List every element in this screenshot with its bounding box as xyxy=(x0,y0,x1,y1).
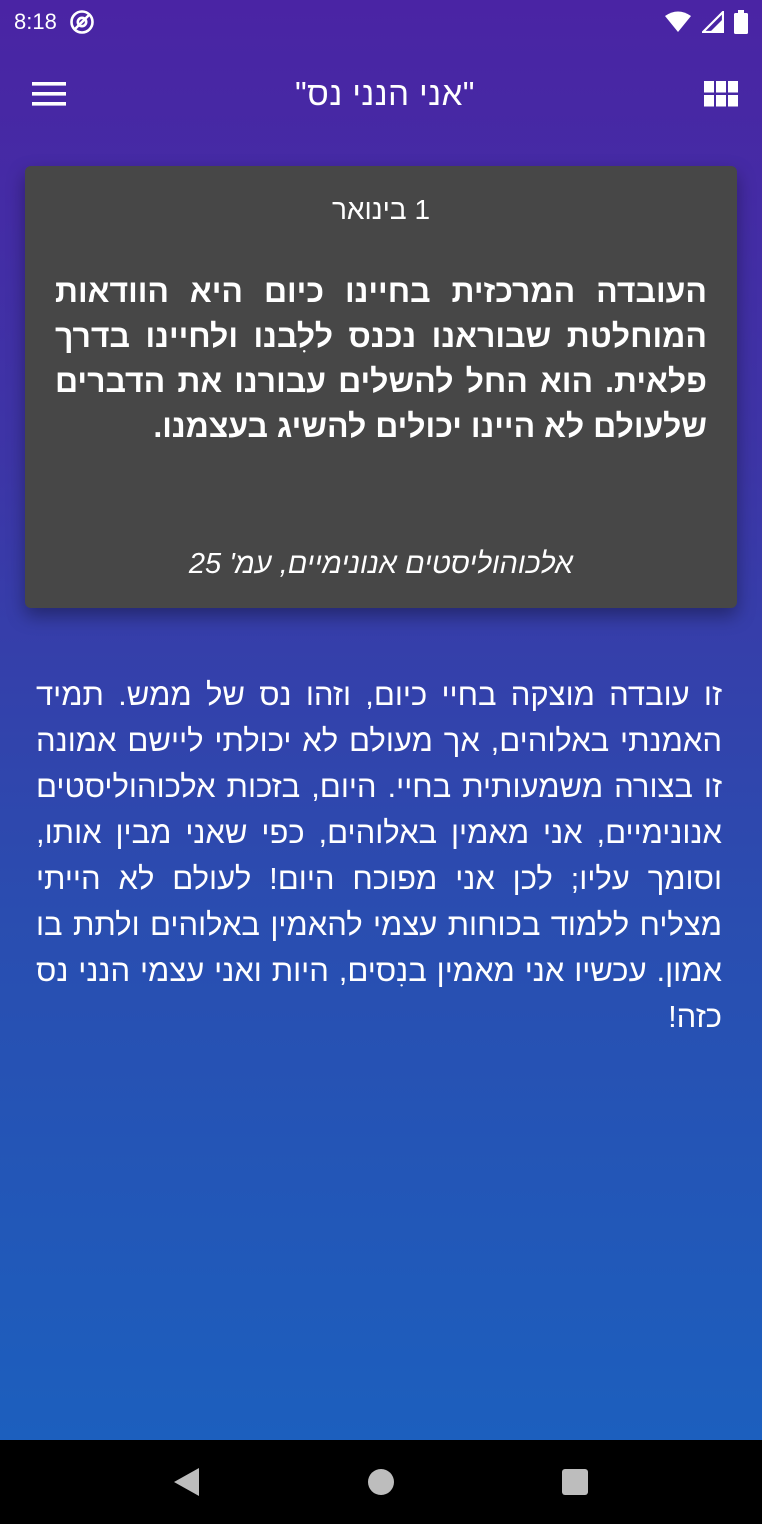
status-bar: 8:18 xyxy=(0,0,762,44)
status-time: 8:18 xyxy=(14,9,57,34)
quote-text: העובדה המרכזית בחיינו כיום היא הוודאות ה… xyxy=(55,273,707,444)
battery-icon xyxy=(734,10,748,34)
recents-square-icon[interactable] xyxy=(545,1452,605,1512)
back-triangle-icon[interactable] xyxy=(157,1452,217,1512)
page-title: "אני הנני נס" xyxy=(294,75,476,112)
status-left: 8:18 xyxy=(14,9,95,35)
grid-view-icon[interactable] xyxy=(704,81,738,107)
signal-icon xyxy=(702,11,724,33)
home-circle-icon[interactable] xyxy=(351,1452,411,1512)
quote-date: 1 בינואר xyxy=(331,194,431,225)
daily-quote-card: 1 בינואר העובדה המרכזית בחיינו כיום היא … xyxy=(25,166,737,608)
system-nav-bar xyxy=(0,1440,762,1524)
quote-source: אלכוהוליסטים אנונימיים, עמ' 25 xyxy=(188,548,574,580)
hamburger-menu-icon[interactable] xyxy=(32,81,66,107)
app-bar: "אני הנני נס" xyxy=(0,44,762,144)
wifi-icon xyxy=(664,11,692,33)
status-right xyxy=(664,10,748,34)
reflection-text: זו עובדה מוצקה בחיי כיום, וזהו נס של ממש… xyxy=(36,677,722,1034)
at-sign-icon xyxy=(69,9,95,35)
